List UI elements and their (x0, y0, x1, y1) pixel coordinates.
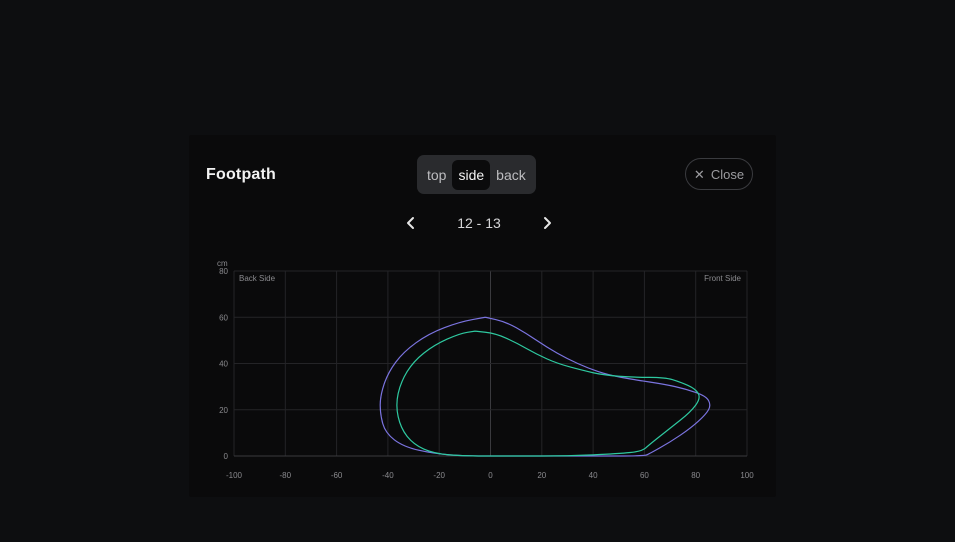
x-tick-label: 20 (537, 471, 546, 480)
footpath-chart: -100 -80 -60 -40 -20 0 20 40 60 80 100 0 20 40 60 80 cm… (217, 259, 754, 480)
x-tick-label: -60 (331, 471, 343, 480)
x-tick-label: 80 (691, 471, 700, 480)
back-side-label: Back Side (239, 274, 276, 283)
x-tick-label: 40 (589, 471, 598, 480)
front-side-label: Front Side (704, 274, 741, 283)
y-tick-label: 40 (219, 360, 228, 369)
x-tick-label: -40 (382, 471, 394, 480)
x-tick-label: -20 (433, 471, 445, 480)
x-tick-label: 60 (640, 471, 649, 480)
y-tick-label: 0 (224, 452, 229, 461)
x-tick-label: -80 (280, 471, 292, 480)
x-tick-label: -100 (226, 471, 243, 480)
y-tick-label: 80 (219, 267, 228, 276)
y-axis-unit: cm (217, 259, 228, 268)
x-tick-label: 0 (488, 471, 493, 480)
x-tick-label: 100 (740, 471, 754, 480)
y-tick-label: 60 (219, 313, 228, 322)
y-tick-label: 20 (219, 406, 228, 415)
footpath-series-2 (396, 330, 700, 457)
